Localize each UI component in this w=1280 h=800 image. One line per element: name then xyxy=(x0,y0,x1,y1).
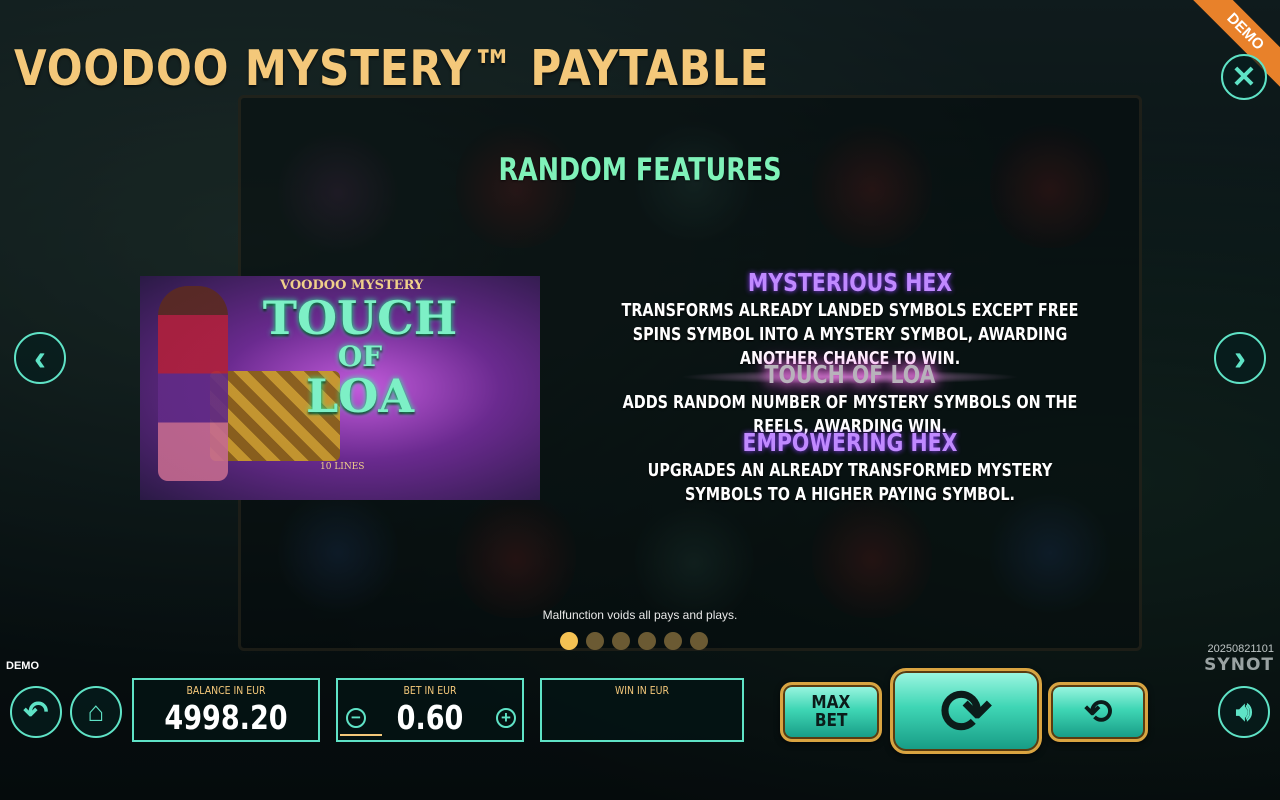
voodoo-character-illustration xyxy=(158,286,228,481)
bet-label: BET IN EUR xyxy=(403,684,457,697)
feature-title: MYSTERIOUS HEX xyxy=(747,268,953,297)
page-dot[interactable] xyxy=(560,632,578,650)
provider-logo: SYNOT xyxy=(1204,655,1274,675)
balance-panel: BALANCE IN EUR 4998.20 xyxy=(132,678,320,742)
feature-image-lines: 10 LINES xyxy=(320,462,365,472)
next-page-button[interactable]: › xyxy=(1214,332,1266,384)
feature-image-title-line: OF xyxy=(337,340,383,374)
page-dot[interactable] xyxy=(664,632,682,650)
feature-mysterious-hex: MYSTERIOUS HEX TRANSFORMS ALREADY LANDED… xyxy=(560,268,1140,371)
undo-arrow-icon: ↶ xyxy=(23,695,49,729)
page-dot[interactable] xyxy=(612,632,630,650)
page-dot[interactable] xyxy=(586,632,604,650)
bet-panel: BET IN EUR 0.60 − + xyxy=(336,678,524,742)
autoplay-button[interactable]: ⟲ xyxy=(1048,682,1148,742)
spin-arrow-icon: ⟳ xyxy=(940,677,992,747)
paytable-title: VOODOO MYSTERY™ PAYTABLE xyxy=(14,40,770,97)
page-dot[interactable] xyxy=(638,632,656,650)
demo-label: DEMO xyxy=(6,660,39,672)
balance-value: 4998.20 xyxy=(164,698,288,737)
decrease-bet-button[interactable]: − xyxy=(346,708,366,728)
increase-bet-button[interactable]: + xyxy=(496,708,516,728)
back-button[interactable]: ↶ xyxy=(10,686,62,738)
chevron-left-icon: ‹ xyxy=(34,337,46,378)
feature-description: UPGRADES AN ALREADY TRANSFORMED MYSTERY … xyxy=(647,460,1053,505)
speaker-icon: 🔊︎ xyxy=(1235,696,1253,726)
page-indicator xyxy=(560,632,708,650)
feature-image-title-line: TOUCH xyxy=(262,291,458,345)
home-button[interactable]: ⌂ xyxy=(70,686,122,738)
close-icon: ✕ xyxy=(1231,60,1257,94)
sound-button[interactable]: 🔊︎ xyxy=(1218,686,1270,738)
win-label: WIN IN EUR xyxy=(615,684,669,697)
feature-empowering-hex: EMPOWERING HEX UPGRADES AN ALREADY TRANS… xyxy=(560,428,1140,507)
feature-image-title: TOUCH OF LOA xyxy=(260,294,460,420)
page-dot[interactable] xyxy=(690,632,708,650)
chevron-right-icon: › xyxy=(1234,337,1246,378)
bet-level-indicator xyxy=(340,734,382,736)
max-bet-button[interactable]: MAX BET xyxy=(780,682,882,742)
touch-of-loa-feature-image: VOODOO MYSTERY TOUCH OF LOA 10 LINES xyxy=(140,276,540,500)
bet-value: 0.60 xyxy=(396,698,464,737)
section-title: RANDOM FEATURES xyxy=(498,152,782,188)
feature-image-title-line: LOA xyxy=(305,368,415,423)
spin-button[interactable]: ⟳ xyxy=(890,668,1042,754)
malfunction-disclaimer: Malfunction voids all pays and plays. xyxy=(542,608,738,622)
feature-title: EMPOWERING HEX xyxy=(742,428,958,457)
feature-title: TOUCH OF LOA xyxy=(764,360,936,389)
home-icon: ⌂ xyxy=(87,696,105,727)
previous-page-button[interactable]: ‹ xyxy=(14,332,66,384)
close-button[interactable]: ✕ xyxy=(1221,54,1267,100)
autoplay-icon: ⟲ xyxy=(1083,693,1113,731)
build-version: 20250821101 xyxy=(1207,643,1274,655)
balance-label: BALANCE IN EUR xyxy=(186,684,266,697)
max-bet-label: BET xyxy=(814,710,848,731)
win-panel: WIN IN EUR xyxy=(540,678,744,742)
